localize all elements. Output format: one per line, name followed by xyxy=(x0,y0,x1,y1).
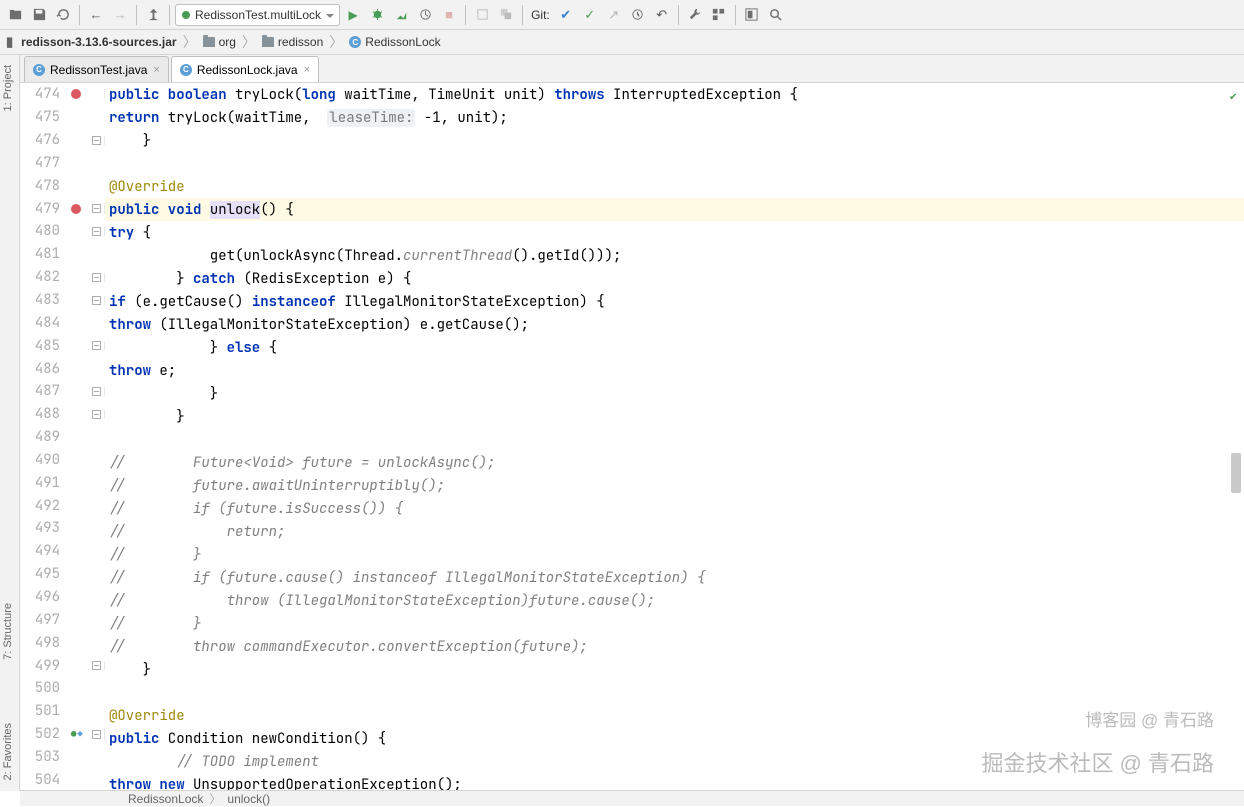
fold-icon[interactable] xyxy=(92,136,101,145)
favorites-tool-tab[interactable]: 2: Favorites xyxy=(0,715,20,788)
coverage-icon[interactable] xyxy=(390,4,412,26)
jar-icon: ▮ xyxy=(6,34,13,50)
editor-tabs: CRedissonTest.java× CRedissonLock.java× xyxy=(20,55,1244,83)
breakpoint-icon[interactable] xyxy=(71,89,81,99)
class-icon: C xyxy=(349,36,361,48)
close-tab-icon[interactable]: × xyxy=(153,64,159,76)
vertical-scrollbar[interactable] xyxy=(1230,83,1242,791)
nav-jar[interactable]: redisson-3.13.6-sources.jar xyxy=(17,35,180,49)
fold-icon[interactable] xyxy=(92,387,101,396)
refresh-icon[interactable] xyxy=(52,4,74,26)
project-tool-tab[interactable]: 1: Project xyxy=(0,57,20,119)
class-icon: C xyxy=(33,64,45,76)
git-update-icon[interactable]: ✔ xyxy=(555,4,577,26)
crumb-method[interactable]: unlock() xyxy=(227,792,270,806)
git-commit-icon[interactable]: ✓ xyxy=(579,4,601,26)
attach-icon[interactable] xyxy=(471,4,493,26)
folder-icon xyxy=(262,37,274,47)
editor-breadcrumb: RedissonLock 〉 unlock() xyxy=(20,790,1244,806)
git-push-icon[interactable]: ↗ xyxy=(603,4,625,26)
fold-icon[interactable] xyxy=(92,296,101,305)
save-icon[interactable] xyxy=(28,4,50,26)
tab-redissonlock[interactable]: CRedissonLock.java× xyxy=(171,56,319,82)
git-label: Git: xyxy=(531,8,550,22)
class-icon: C xyxy=(180,64,192,76)
search-icon[interactable] xyxy=(765,4,787,26)
wrench-icon[interactable] xyxy=(684,4,706,26)
navigate-up-icon[interactable] xyxy=(142,4,164,26)
fold-icon[interactable] xyxy=(92,410,101,419)
structure-tool-tab[interactable]: 7: Structure xyxy=(0,595,20,668)
scrollbar-thumb[interactable] xyxy=(1231,453,1241,493)
fold-icon[interactable] xyxy=(92,204,101,213)
nav-org[interactable]: org xyxy=(199,35,240,49)
structure-icon[interactable] xyxy=(708,4,730,26)
open-file-icon[interactable] xyxy=(4,4,26,26)
git-revert-icon[interactable]: ↶ xyxy=(651,4,673,26)
breadcrumb-bar: ▮ redisson-3.13.6-sources.jar 〉 org 〉 re… xyxy=(0,30,1244,55)
tab-redissontest[interactable]: CRedissonTest.java× xyxy=(24,56,169,82)
fold-icon[interactable] xyxy=(92,730,101,739)
folder-icon xyxy=(203,37,215,47)
run-config-dropdown[interactable]: RedissonTest.multiLock xyxy=(175,4,340,26)
fold-icon[interactable] xyxy=(92,227,101,236)
run-icon[interactable]: ▶ xyxy=(342,4,364,26)
fold-icon[interactable] xyxy=(92,273,101,282)
main-toolbar: ← → RedissonTest.multiLock ▶ ■ Git: ✔ ✓ … xyxy=(0,0,1244,30)
close-tab-icon[interactable]: × xyxy=(304,64,310,76)
fold-icon[interactable] xyxy=(92,341,101,350)
gutter[interactable]: 474 475 476 477 478 479 480 481 482 483 … xyxy=(20,83,105,791)
expand-icon[interactable] xyxy=(741,4,763,26)
stack-icon[interactable] xyxy=(495,4,517,26)
back-icon[interactable]: ← xyxy=(85,4,107,26)
code-editor[interactable]: 474 475 476 477 478 479 480 481 482 483 … xyxy=(20,83,1244,791)
fold-icon[interactable] xyxy=(92,661,101,670)
stop-icon[interactable]: ■ xyxy=(438,4,460,26)
crumb-class[interactable]: RedissonLock xyxy=(128,792,203,806)
debug-icon[interactable] xyxy=(366,4,388,26)
nav-class[interactable]: CRedissonLock xyxy=(345,35,444,49)
profile-icon[interactable] xyxy=(414,4,436,26)
forward-icon[interactable]: → xyxy=(109,4,131,26)
left-tool-stripe: 1: Project 7: Structure 2: Favorites xyxy=(0,55,20,791)
code-content[interactable]: public boolean tryLock(long waitTime, Ti… xyxy=(105,83,1244,791)
git-history-icon[interactable] xyxy=(627,4,649,26)
nav-redisson[interactable]: redisson xyxy=(258,35,327,49)
inspection-ok-icon xyxy=(1229,87,1239,97)
breakpoint-icon[interactable] xyxy=(71,204,81,214)
